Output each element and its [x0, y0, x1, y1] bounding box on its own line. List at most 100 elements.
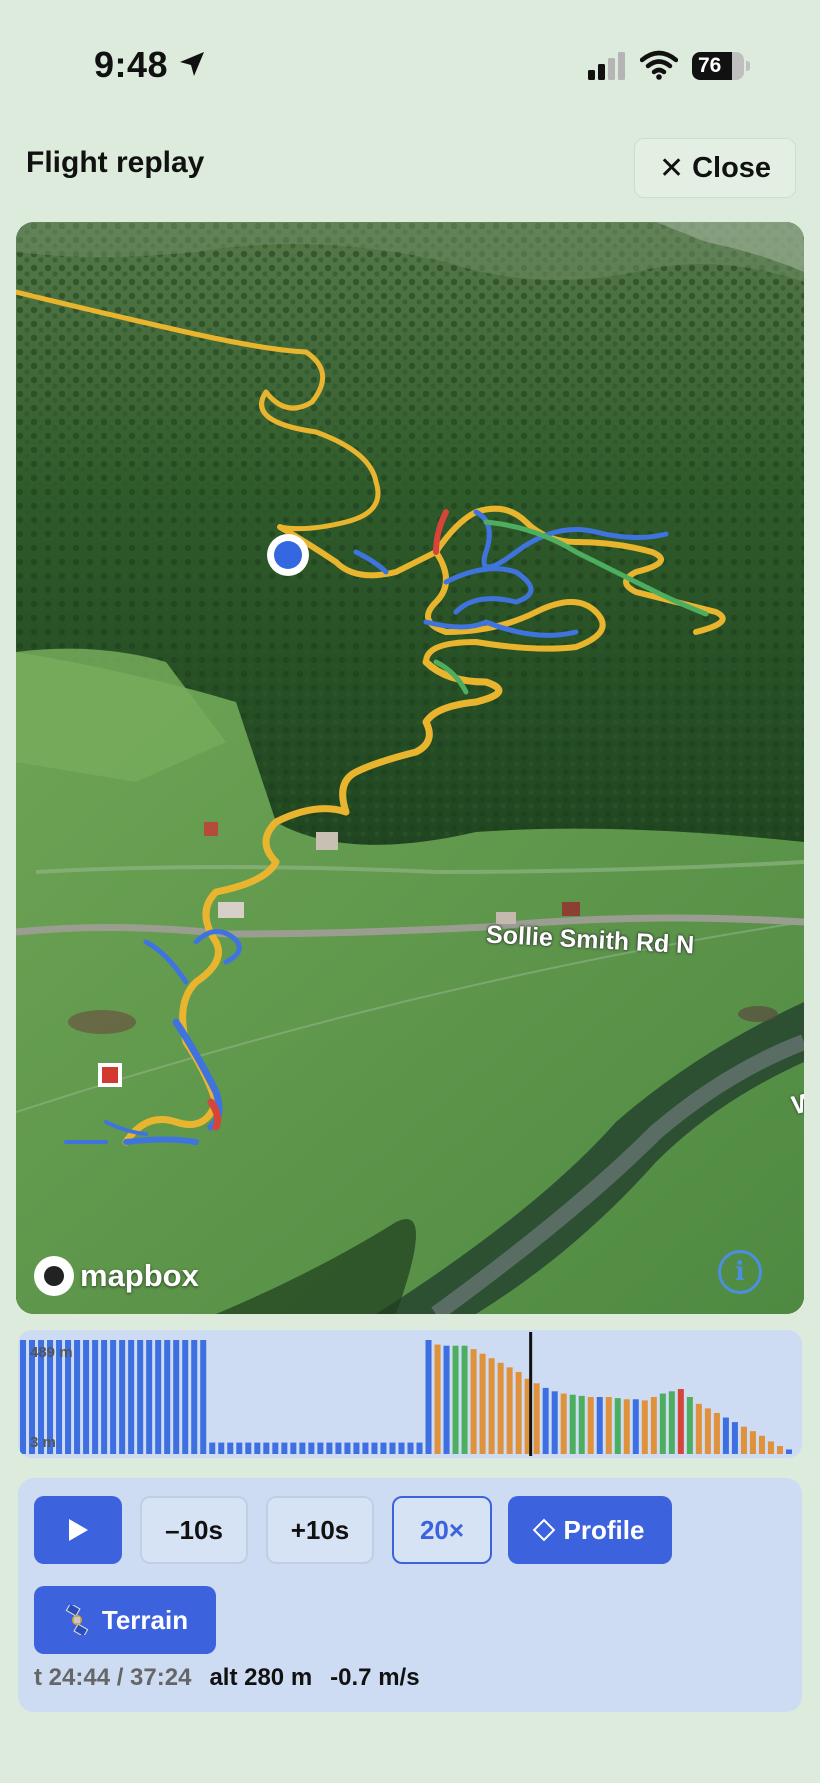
altitude-bar: [83, 1340, 90, 1454]
playback-controls: –10s +10s 20× Profile Terrain t 24:44 / …: [18, 1478, 802, 1712]
altitude-bar: [326, 1442, 333, 1454]
altitude-bar: [488, 1358, 495, 1454]
altitude-bar: [587, 1397, 594, 1454]
altitude-bar: [209, 1442, 216, 1454]
altitude-bar: [20, 1340, 27, 1454]
altitude-bar: [749, 1431, 756, 1454]
altitude-bar: [425, 1340, 432, 1454]
altitude-bar: [713, 1412, 720, 1454]
altitude-bar: [560, 1393, 567, 1454]
altitude-bar: [641, 1400, 648, 1454]
terrain-label: Terrain: [101, 1604, 189, 1635]
altitude-bar: [353, 1442, 360, 1454]
altitude-bar: [146, 1340, 153, 1454]
altitude-bar: [236, 1442, 243, 1454]
altitude-bar: [677, 1389, 684, 1454]
forward-10s-button[interactable]: +10s: [266, 1496, 374, 1564]
altitude-bar: [344, 1442, 351, 1454]
altitude-bar: [137, 1340, 144, 1454]
altitude-bar: [191, 1340, 198, 1454]
altitude-bar: [695, 1403, 702, 1454]
altitude-bar: [155, 1340, 162, 1454]
altitude-bar: [407, 1442, 414, 1454]
altitude-bar: [731, 1422, 738, 1454]
altitude-bar: [785, 1449, 792, 1454]
altitude-bar: [164, 1340, 171, 1454]
page-title: Flight replay: [26, 146, 205, 179]
altitude-bar: [218, 1442, 225, 1454]
play-button[interactable]: [34, 1496, 122, 1564]
altitude-min-label: 3 m: [30, 1434, 56, 1451]
terrain-button[interactable]: Terrain: [34, 1586, 216, 1654]
altitude-bar: [110, 1340, 117, 1454]
altitude-bar: [254, 1442, 261, 1454]
altitude-bar: [542, 1387, 549, 1454]
altitude-max-label: 489 m: [30, 1344, 73, 1361]
mapbox-logo-icon: [34, 1256, 74, 1296]
altitude-bar: [281, 1442, 288, 1454]
altitude-bar: [632, 1399, 639, 1454]
altitude-bar: [371, 1442, 378, 1454]
altitude-bar: [479, 1353, 486, 1454]
mapbox-attribution[interactable]: mapbox: [34, 1256, 199, 1296]
altitude-bar: [389, 1442, 396, 1454]
altitude-bar: [290, 1442, 297, 1454]
altitude-bar: [452, 1345, 459, 1454]
altitude-bar: [362, 1442, 369, 1454]
mapbox-label: mapbox: [80, 1258, 199, 1293]
satellite-icon: [65, 1605, 89, 1635]
altitude-bar: [92, 1340, 99, 1454]
status-bar: 9:48 76: [0, 0, 820, 130]
altitude-bar: [515, 1371, 522, 1454]
altitude-bar: [173, 1340, 180, 1454]
altitude-bar: [497, 1362, 504, 1454]
cellular-signal-icon: [588, 52, 625, 80]
altitude-bar: [650, 1397, 657, 1454]
altitude-bar: [434, 1344, 441, 1454]
altitude-bar: [470, 1349, 477, 1454]
battery-icon: 76: [692, 52, 750, 80]
altitude-readout: alt 280 m: [209, 1664, 313, 1691]
info-button[interactable]: i: [718, 1250, 762, 1294]
altitude-bar: [182, 1340, 189, 1454]
rewind-10s-button[interactable]: –10s: [140, 1496, 248, 1564]
playhead-cursor[interactable]: [529, 1332, 533, 1456]
close-icon: ✕: [658, 151, 685, 185]
vertical-speed-readout: -0.7 m/s: [330, 1664, 420, 1691]
altitude-bar: [668, 1391, 675, 1454]
wifi-icon: [640, 50, 678, 80]
altitude-bar: [596, 1397, 603, 1454]
altitude-bar: [227, 1442, 234, 1454]
altitude-bar: [704, 1408, 711, 1454]
altitude-bar: [128, 1340, 135, 1454]
status-time: 9:48: [94, 44, 169, 85]
altitude-bar: [119, 1340, 126, 1454]
altitude-bar: [776, 1446, 783, 1454]
map-canvas[interactable]: [16, 222, 804, 1314]
altitude-profile-chart[interactable]: 489 m 3 m: [18, 1330, 802, 1458]
close-button[interactable]: ✕ Close: [634, 138, 796, 198]
altitude-bar: [758, 1435, 765, 1454]
altitude-bar: [272, 1442, 279, 1454]
altitude-bar: [569, 1394, 576, 1454]
map-view[interactable]: Sollie Smith Rd N W mapbox i: [16, 222, 804, 1314]
profile-button[interactable]: Profile: [508, 1496, 672, 1564]
altitude-bar: [380, 1442, 387, 1454]
altitude-bar: [335, 1442, 342, 1454]
altitude-bar: [317, 1442, 324, 1454]
altitude-bar: [551, 1391, 558, 1454]
altitude-bar: [245, 1442, 252, 1454]
playback-status: t 24:44 / 37:24 alt 280 m -0.7 m/s: [34, 1664, 420, 1692]
battery-level: 76: [698, 54, 722, 77]
altitude-bar: [614, 1398, 621, 1454]
altitude-bar: [659, 1393, 666, 1454]
altitude-bar: [578, 1395, 585, 1454]
altitude-bars[interactable]: [18, 1330, 802, 1458]
altitude-bar: [623, 1399, 630, 1454]
close-label: Close: [692, 151, 772, 184]
altitude-bar: [506, 1367, 513, 1454]
altitude-bar: [263, 1442, 270, 1454]
speed-button[interactable]: 20×: [392, 1496, 492, 1564]
altitude-bar: [740, 1426, 747, 1454]
altitude-bar: [686, 1397, 693, 1454]
